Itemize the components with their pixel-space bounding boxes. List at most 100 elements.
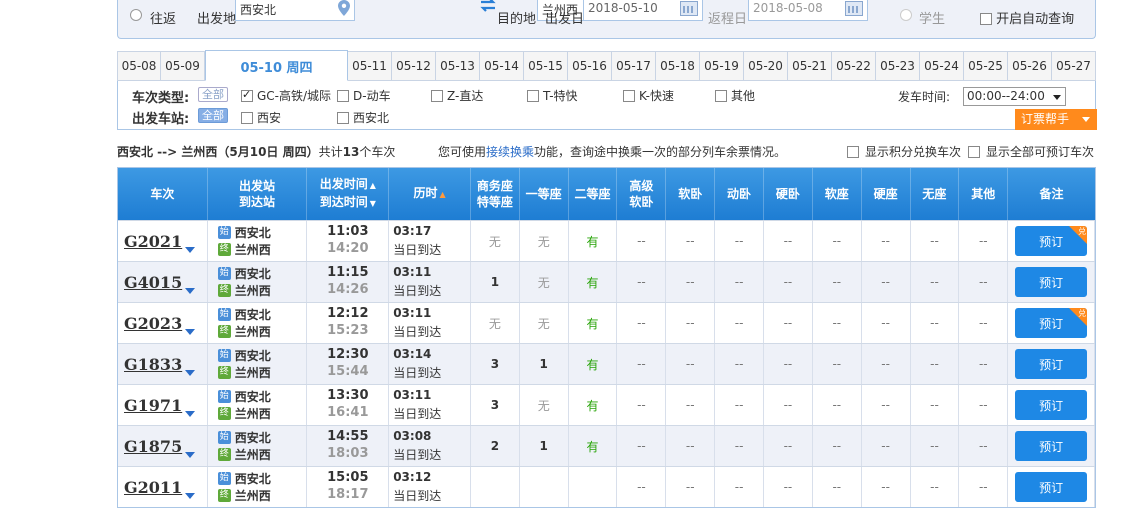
th-deluxe-a: 高级 (629, 179, 654, 193)
calendar-icon[interactable] (680, 1, 698, 16)
depart-date-input[interactable]: 2018-05-10 (583, 0, 703, 21)
type-t[interactable]: T-特快 (527, 87, 578, 104)
expand-stops-icon[interactable] (185, 370, 195, 381)
type-other[interactable]: 其他 (715, 87, 755, 104)
arrival-day: 当日到达 (393, 325, 442, 339)
train-number[interactable]: G1971 (124, 396, 182, 415)
seat-unavailable: -- (959, 303, 1009, 343)
train-number[interactable]: G2021 (124, 232, 182, 251)
type-gc[interactable]: GC-高铁/城际 (241, 87, 331, 104)
date-tab[interactable]: 05-23 (876, 51, 920, 81)
duration-cell: 03:14 当日到达 (389, 344, 471, 384)
duration-cell: 03:11 当日到达 (389, 303, 471, 343)
train-type-all[interactable]: 全部 (198, 87, 228, 102)
expand-stops-icon[interactable] (185, 493, 195, 504)
book-button[interactable]: 预订 (1015, 472, 1088, 502)
calendar-icon[interactable] (845, 1, 863, 16)
booking-helper-button[interactable]: 订票帮手 (1015, 109, 1097, 130)
auto-query[interactable]: 开启自动查询 (980, 8, 1074, 27)
book-button[interactable]: 预订 兑 (1015, 308, 1088, 338)
book-button[interactable]: 预订 兑 (1015, 226, 1088, 256)
date-tab[interactable]: 05-08 (117, 51, 161, 81)
date-tab[interactable]: 05-25 (964, 51, 1008, 81)
duration-cell: 03:08 当日到达 (389, 426, 471, 466)
book-button[interactable]: 预订 (1015, 431, 1088, 461)
checkbox[interactable] (337, 112, 349, 124)
seat-unavailable: -- (959, 221, 1009, 261)
checkbox[interactable] (527, 90, 539, 102)
sort-arrive[interactable]: 到达时间 ▼ (320, 194, 376, 212)
expand-stops-icon[interactable] (185, 288, 195, 299)
train-table: 车次 出发站 到达站 出发时间 ▲ 到达时间 ▼ 历时 ▲ 商务座 特等座 一等座 二等座… (117, 167, 1096, 508)
checkbox[interactable] (241, 112, 253, 124)
expand-stops-icon[interactable] (185, 452, 195, 463)
checkbox[interactable] (337, 90, 349, 102)
type-k[interactable]: K-快速 (623, 87, 674, 104)
date-tab[interactable]: 05-14 (480, 51, 524, 81)
checkbox[interactable] (847, 146, 859, 158)
train-number[interactable]: G4015 (124, 273, 182, 292)
expand-stops-icon[interactable] (185, 411, 195, 422)
train-cell: G4015 (118, 262, 208, 302)
to-input-field[interactable] (420, 0, 540, 21)
date-tab[interactable]: 05-17 (612, 51, 656, 81)
checkbox[interactable] (431, 90, 443, 102)
date-tab[interactable]: 05-10 周四 (205, 50, 348, 81)
arrival-day: 当日到达 (393, 243, 442, 257)
station-xianbei[interactable]: 西安北 (337, 109, 389, 126)
type-d[interactable]: D-动车 (337, 87, 391, 104)
seat-unavailable: -- (813, 467, 862, 507)
expand-stops-icon[interactable] (185, 329, 195, 340)
seat-unavailable: -- (617, 467, 667, 507)
auto-query-checkbox[interactable] (980, 13, 992, 25)
depart-time: 15:05 (327, 470, 369, 485)
book-button[interactable]: 预订 (1015, 390, 1088, 420)
train-number[interactable]: G2023 (124, 314, 182, 333)
train-number[interactable]: G2011 (124, 478, 182, 497)
date-tab[interactable]: 05-12 (392, 51, 436, 81)
return-date-input[interactable]: 2018-05-08 (748, 0, 868, 21)
checkbox-checked[interactable] (241, 88, 253, 102)
date-tab[interactable]: 05-20 (744, 51, 788, 81)
th-duration[interactable]: 历时 ▲ (389, 168, 471, 220)
train-number[interactable]: G1833 (124, 355, 182, 374)
opt-all-bookable[interactable]: 显示全部可预订车次 (968, 143, 1094, 160)
duration-cell: 03:17 当日到达 (389, 221, 471, 261)
date-tab[interactable]: 05-18 (656, 51, 700, 81)
round-trip-radio[interactable] (130, 9, 142, 21)
opt-all-label: 显示全部可预订车次 (986, 145, 1095, 159)
type-z[interactable]: Z-直达 (431, 87, 483, 104)
date-tab[interactable]: 05-13 (436, 51, 480, 81)
checkbox[interactable] (968, 146, 980, 158)
checkbox[interactable] (623, 90, 635, 102)
checkbox[interactable] (715, 90, 727, 102)
th-times[interactable]: 出发时间 ▲ 到达时间 ▼ (307, 168, 390, 220)
date-tab[interactable]: 05-19 (700, 51, 744, 81)
date-tab[interactable]: 05-21 (788, 51, 832, 81)
seat-unavailable: -- (715, 262, 765, 302)
date-tab[interactable]: 05-24 (920, 51, 964, 81)
student-radio[interactable] (900, 9, 912, 21)
opt-points[interactable]: 显示积分兑换车次 (847, 143, 961, 160)
expand-stops-icon[interactable] (185, 247, 195, 258)
type-t-label: T-特快 (543, 89, 578, 103)
transfer-link[interactable]: 接续换乘 (486, 145, 534, 159)
date-tab[interactable]: 05-09 (161, 51, 205, 81)
station-all[interactable]: 全部 (198, 108, 228, 123)
date-tab[interactable]: 05-15 (524, 51, 568, 81)
date-tab[interactable]: 05-26 (1008, 51, 1052, 81)
seat-unavailable: -- (617, 262, 667, 302)
times-cell: 11:15 14:26 (307, 262, 390, 302)
depart-time-select[interactable]: 00:00--24:00 (963, 87, 1066, 106)
book-button[interactable]: 预订 (1015, 267, 1088, 297)
station-xian[interactable]: 西安 (241, 109, 281, 126)
date-tab[interactable]: 05-16 (568, 51, 612, 81)
date-tab[interactable]: 05-11 (348, 51, 392, 81)
remark-cell: 预订 兑 (1008, 303, 1095, 343)
train-number[interactable]: G1875 (124, 437, 182, 456)
sort-depart[interactable]: 出发时间 ▲ (320, 176, 376, 194)
from-input[interactable]: 西安北 (235, 0, 355, 21)
date-tab[interactable]: 05-22 (832, 51, 876, 81)
date-tab[interactable]: 05-27 (1052, 51, 1096, 81)
book-button[interactable]: 预订 (1015, 349, 1088, 379)
